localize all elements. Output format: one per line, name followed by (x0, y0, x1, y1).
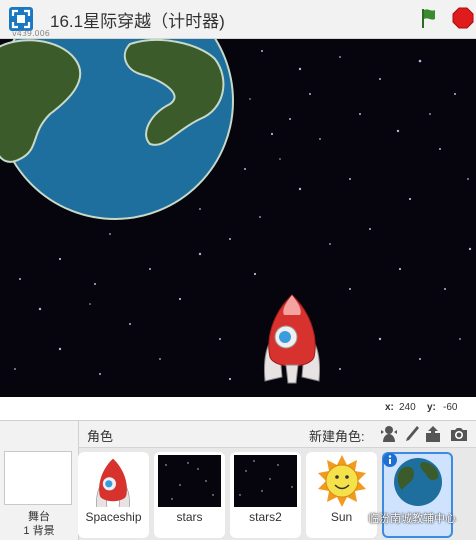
title-bar: v439.006 16.1星际穿越（计时器) (0, 0, 476, 39)
choose-from-library-icon[interactable] (379, 424, 399, 444)
sprite-tile-stars2[interactable]: stars2 (230, 452, 301, 538)
x-value: 240 (399, 402, 416, 413)
camera-icon[interactable] (449, 424, 469, 444)
project-title: 16.1星际穿越（计时器) (50, 12, 225, 31)
y-label: y: (427, 402, 436, 413)
y-value: -60 (443, 402, 458, 413)
spaceship-sprite (263, 294, 321, 384)
version-label: v439.006 (12, 29, 50, 38)
stage-thumbnail[interactable] (4, 451, 72, 505)
green-flag-icon[interactable] (418, 6, 442, 30)
sprite-name: stars2 (249, 510, 282, 524)
sprite-name: Sun (330, 510, 353, 524)
spaceship-thumbnail (96, 458, 130, 507)
sprite-pane-header: 角色 新建角色: (79, 421, 476, 448)
sprite-tile-stars[interactable]: stars (154, 452, 225, 538)
sprites-title: 角色 (87, 429, 114, 444)
stars-thumbnail (158, 455, 221, 507)
stage-canvas[interactable] (0, 39, 476, 397)
watermark-text: 临汾南城教辅中心 (368, 513, 456, 525)
sprite-tile-spaceship[interactable]: Spaceship (78, 452, 149, 538)
sprite-name: stars (176, 510, 203, 524)
x-label: x: (385, 402, 394, 413)
upload-icon[interactable] (423, 424, 443, 444)
stars2-thumbnail (234, 455, 297, 507)
sprite-tile-sun[interactable]: Sun (306, 452, 377, 538)
earth-planet (0, 39, 234, 220)
stop-icon[interactable] (451, 6, 475, 30)
sprite-name: Spaceship (85, 510, 142, 524)
paint-brush-icon[interactable] (401, 424, 421, 444)
stage-pane[interactable]: 舞台 1 背景 (0, 420, 79, 540)
backdrop-count: 1 背景 (23, 525, 55, 537)
new-sprite-label: 新建角色: (309, 429, 365, 444)
info-icon[interactable] (382, 452, 398, 468)
stage-scene (0, 39, 472, 384)
sun-thumbnail (318, 455, 366, 507)
mouse-coordinates: x: 240 y: -60 (0, 398, 476, 420)
